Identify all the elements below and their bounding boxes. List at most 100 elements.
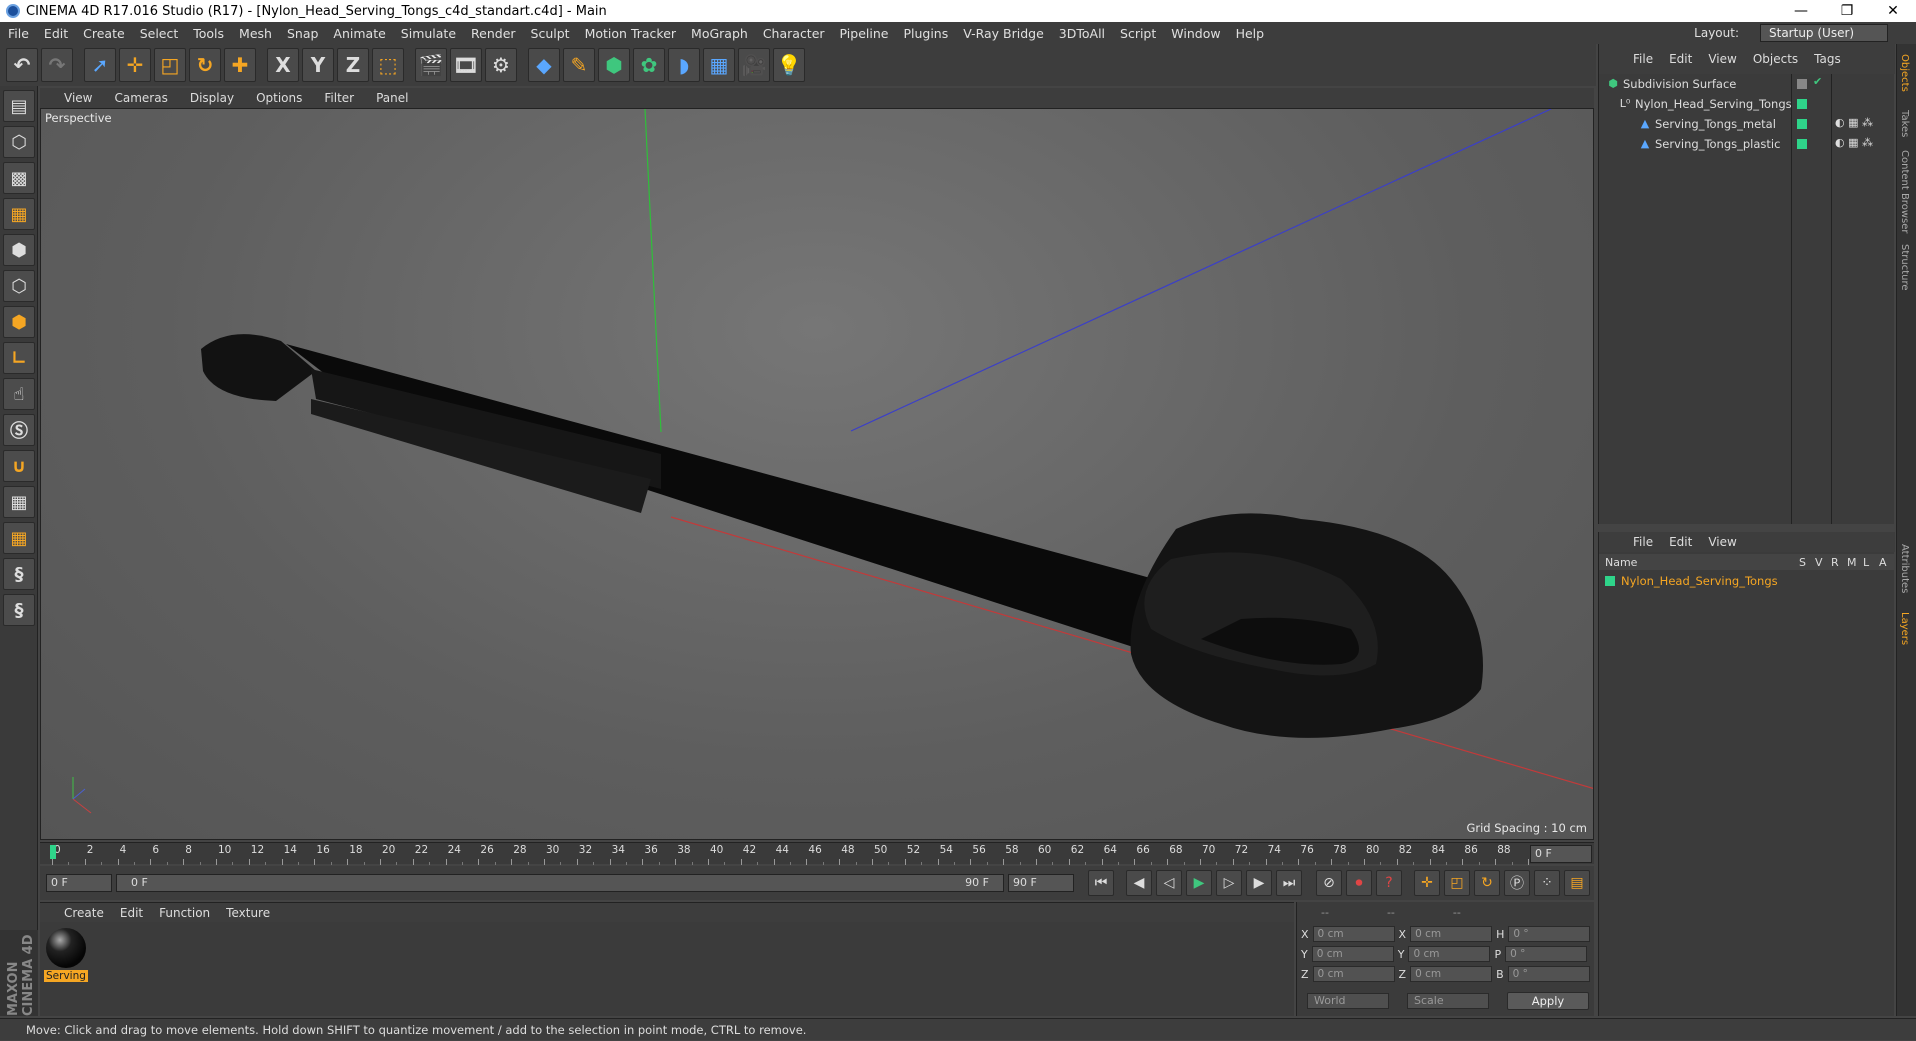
menu-snap[interactable]: Snap xyxy=(287,26,318,41)
menu-mesh[interactable]: Mesh xyxy=(239,26,272,41)
apply-button[interactable]: Apply xyxy=(1507,992,1589,1010)
menu-select[interactable]: Select xyxy=(140,26,179,41)
y-axis-icon[interactable]: Y xyxy=(302,48,334,82)
deformer-icon[interactable]: ◗ xyxy=(668,48,700,82)
layer-color-swatch[interactable] xyxy=(1797,119,1807,129)
objects-menu-tags[interactable]: Tags xyxy=(1814,52,1841,66)
size-x-field[interactable]: 0 cm xyxy=(1410,926,1493,942)
menu-3dtoall[interactable]: 3DToAll xyxy=(1059,26,1105,41)
preview-range-slider[interactable]: 0 F 90 F xyxy=(116,874,1004,892)
array-icon[interactable]: ✿ xyxy=(633,48,665,82)
render-picture-viewer-icon[interactable]: 🎞 xyxy=(450,48,482,82)
material-menu-texture[interactable]: Texture xyxy=(226,906,270,920)
layer-color-swatch[interactable] xyxy=(1797,99,1807,109)
tweak-mode-icon[interactable]: ☝ xyxy=(3,378,35,410)
menu-plugins[interactable]: Plugins xyxy=(903,26,948,41)
3d-viewport[interactable]: Perspective Grid Spacing : 10 cm xyxy=(40,108,1594,840)
z-axis-icon[interactable]: Z xyxy=(337,48,369,82)
key-parameter-icon[interactable]: Ⓟ xyxy=(1504,870,1530,896)
make-editable-icon[interactable]: ▤ xyxy=(3,90,35,122)
menu-file[interactable]: File xyxy=(8,26,29,41)
tree-item-serving-tongs-plastic[interactable]: ▲ Serving_Tongs_plastic xyxy=(1639,136,1781,152)
menu-create[interactable]: Create xyxy=(83,26,125,41)
magnet-icon[interactable]: ∪ xyxy=(3,450,35,482)
tab-attributes[interactable]: Attributes xyxy=(1899,544,1910,593)
keyframe-selection-icon[interactable]: ? xyxy=(1376,870,1402,896)
tab-objects[interactable]: Objects xyxy=(1899,54,1910,92)
tree-item-nylon-head-serving-tongs[interactable]: L⁰ Nylon_Head_Serving_Tongs xyxy=(1619,96,1792,112)
record-active-icon[interactable]: ⊘ xyxy=(1316,870,1342,896)
redo-icon[interactable]: ↷ xyxy=(41,48,73,82)
rotate-icon[interactable]: ↻ xyxy=(189,48,221,82)
key-position-icon[interactable]: ✛ xyxy=(1414,870,1440,896)
transform-icon[interactable]: ✚ xyxy=(224,48,256,82)
texture-mode-icon[interactable]: ▩ xyxy=(3,162,35,194)
material-menu-edit[interactable]: Edit xyxy=(120,906,143,920)
maximize-button[interactable]: ❐ xyxy=(1824,0,1870,22)
rot-b-field[interactable]: 0 ° xyxy=(1507,966,1590,982)
axis-mode-icon[interactable]: ∟ xyxy=(3,342,35,374)
current-frame-field[interactable]: 0 F xyxy=(1530,845,1592,863)
end-frame-field[interactable]: 90 F xyxy=(1008,874,1074,892)
menu-edit[interactable]: Edit xyxy=(44,26,68,41)
pos-y-field[interactable]: 0 cm xyxy=(1311,946,1394,962)
layers-menu-file[interactable]: File xyxy=(1633,535,1653,549)
layer-color-swatch[interactable] xyxy=(1605,576,1615,586)
tree-item-subdivision-surface[interactable]: ⬢ Subdivision Surface xyxy=(1607,76,1736,92)
polygons-mode-icon[interactable]: ⬢ xyxy=(3,306,35,338)
timeline-scale[interactable]: 0 2 4 6 8 10 12 14 16 18 20 22 24 26 28 30 32 34 36 38 40 42 4… xyxy=(50,843,1543,865)
subdivision-icon[interactable]: ⬢ xyxy=(598,48,630,82)
menu-vray-bridge[interactable]: V-Ray Bridge xyxy=(963,26,1044,41)
points-mode-icon[interactable]: ⬢ xyxy=(3,234,35,266)
objects-menu-objects[interactable]: Objects xyxy=(1753,52,1798,66)
menu-window[interactable]: Window xyxy=(1171,26,1220,41)
timeline-window-icon[interactable]: ▤ xyxy=(1564,870,1590,896)
undo-icon[interactable]: ↶ xyxy=(6,48,38,82)
menu-sculpt[interactable]: Sculpt xyxy=(531,26,570,41)
viewport-menu-filter[interactable]: Filter xyxy=(324,91,354,105)
previous-frame-icon[interactable]: ◁ xyxy=(1156,870,1182,896)
key-pla-icon[interactable]: ⁘ xyxy=(1534,870,1560,896)
x-axis-icon[interactable]: X xyxy=(267,48,299,82)
camera-icon[interactable]: 🎥 xyxy=(738,48,770,82)
menu-script[interactable]: Script xyxy=(1120,26,1156,41)
tab-structure[interactable]: Structure xyxy=(1899,244,1910,291)
material-menu-create[interactable]: Create xyxy=(64,906,104,920)
move-icon[interactable]: ✛ xyxy=(119,48,151,82)
viewport-menu-panel[interactable]: Panel xyxy=(376,91,408,105)
minimize-button[interactable]: — xyxy=(1778,0,1824,22)
floor-icon[interactable]: ▦ xyxy=(703,48,735,82)
planar-workplane-icon[interactable]: ▦ xyxy=(3,522,35,554)
rot-h-field[interactable]: 0 ° xyxy=(1508,926,1591,942)
snap-icon[interactable]: Ⓢ xyxy=(3,414,35,446)
render-view-icon[interactable]: 🎬 xyxy=(415,48,447,82)
scale-icon[interactable]: ◰ xyxy=(154,48,186,82)
timeline[interactable]: 0 2 4 6 8 10 12 14 16 18 20 22 24 26 28 30 32 34 36 38 40 42 4… xyxy=(40,842,1594,865)
layer-color-swatch[interactable] xyxy=(1797,139,1807,149)
material-tag-icon[interactable]: ◐ ▦ ⁂ xyxy=(1835,116,1873,129)
menu-help[interactable]: Help xyxy=(1236,26,1265,41)
coordinate-system-icon[interactable]: ⬚ xyxy=(372,48,404,82)
go-to-end-icon[interactable]: ⏭ xyxy=(1276,870,1302,896)
tree-item-serving-tongs-metal[interactable]: ▲ Serving_Tongs_metal xyxy=(1639,116,1776,132)
coordinate-space-dropdown[interactable]: World xyxy=(1307,993,1389,1009)
python-icon[interactable]: § xyxy=(3,558,35,590)
edit-render-settings-icon[interactable]: ⚙ xyxy=(485,48,517,82)
next-frame-icon[interactable]: ▷ xyxy=(1216,870,1242,896)
python-script-icon[interactable]: § xyxy=(3,594,35,626)
menu-character[interactable]: Character xyxy=(763,26,825,41)
material-tag-icon[interactable]: ◐ ▦ ⁂ xyxy=(1835,136,1873,149)
playhead-marker[interactable] xyxy=(50,845,56,859)
menu-animate[interactable]: Animate xyxy=(333,26,385,41)
layer-row[interactable]: Nylon_Head_Serving_Tongs xyxy=(1599,572,1895,590)
edges-mode-icon[interactable]: ⬡ xyxy=(3,270,35,302)
menu-pipeline[interactable]: Pipeline xyxy=(840,26,889,41)
size-z-field[interactable]: 0 cm xyxy=(1410,966,1493,982)
tab-takes[interactable]: Takes xyxy=(1899,110,1910,137)
autokey-icon[interactable]: ⏺ xyxy=(1346,870,1372,896)
close-button[interactable]: ✕ xyxy=(1870,0,1916,22)
key-rotation-icon[interactable]: ↻ xyxy=(1474,870,1500,896)
menu-render[interactable]: Render xyxy=(471,26,516,41)
lock-workplane-icon[interactable]: ▦ xyxy=(3,486,35,518)
select-arrow-icon[interactable]: ➚ xyxy=(84,48,116,82)
